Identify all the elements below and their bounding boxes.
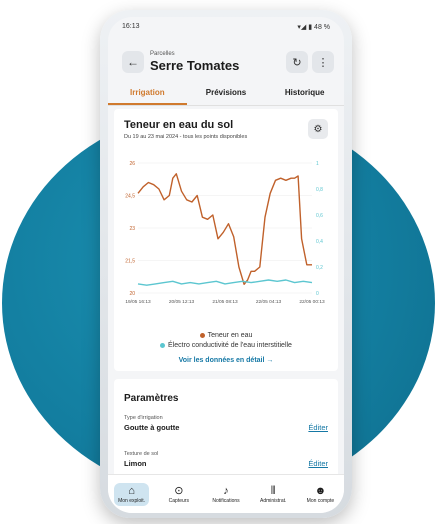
x-tick: 22/05 04:13 [256,299,282,305]
y-left-tick: 24,5 [125,194,135,200]
sensor-icon: ⊙ [174,484,184,497]
param-value: Limon [124,459,147,468]
tab-historique[interactable]: Historique [265,83,344,105]
page-title: Serre Tomates [150,58,240,73]
edit-soil-link[interactable]: Éditer [308,459,328,468]
param-value: Goutte à goutte [124,423,180,432]
parameters-title: Paramètres [124,393,179,404]
nav-item-capteurs[interactable]: ⊙ Capteurs [155,475,202,513]
view-details-link[interactable]: Voir les données en détail → [114,357,338,364]
nav-label: Administrat. [260,497,287,504]
admin-icon: ⦀ [270,484,276,497]
nav-label: Notifications [212,497,240,504]
bell-icon: ♪ [223,484,229,497]
parameters-card: Paramètres Type d'irrigation Goutte à go… [114,379,338,489]
chart-settings-button[interactable]: ⚙ [308,119,328,139]
y-left-tick: 26 [129,161,135,167]
gear-icon: ⚙ [313,123,323,135]
soil-moisture-card: Teneur en eau du sol Du 19 au 23 mai 202… [114,109,338,371]
legend-item-water: Teneur en eau [114,331,338,341]
nav-label: Capteurs [168,497,189,504]
bottom-navigation: ⌂ Mon exploit. ⊙ Capteurs ♪ Notifications ⦀… [108,474,344,513]
more-vertical-icon: ⋮ [317,56,329,69]
tab-irrigation[interactable]: Irrigation [108,83,187,105]
chart-legend: Teneur en eau Électro conductivité de l'… [114,331,338,351]
tab-previsions[interactable]: Prévisions [187,83,266,105]
legend-label-water: Teneur en eau [207,332,253,339]
arrow-left-icon: ← [127,55,139,69]
y-right-tick: 0,6 [316,213,323,219]
tab-bar: Irrigation Prévisions Historique [108,83,344,106]
legend-dot-icon [199,332,205,338]
x-tick: 22/05 00:13 [299,299,325,305]
more-button[interactable]: ⋮ [312,51,334,73]
legend-label-ec: Électro conductivité de l'eau interstiti… [168,342,292,349]
refresh-icon: ↻ [292,56,302,69]
x-tick: 19/05 16:13 [125,299,151,305]
status-bar: 16:13 ▾◢ ▮ 48 % [122,23,330,35]
nav-item-exploitation[interactable]: ⌂ Mon exploit. [108,475,155,513]
y-left-tick: 23 [129,226,135,232]
param-label: Texture de sol [124,451,159,457]
y-right-tick: 0,4 [316,239,323,245]
nav-label: Mon exploit. [118,497,146,504]
param-label: Type d'irrigation [124,415,163,421]
series-line-water [137,173,312,286]
edit-irrigation-link[interactable]: Éditer [308,423,328,432]
y-left-tick: 21,5 [125,259,135,265]
legend-item-ec: Électro conductivité de l'eau interstiti… [114,341,338,351]
farm-icon: ⌂ [128,484,135,497]
status-time: 16:13 [122,23,140,30]
soil-moisture-chart[interactable]: 26 24,5 23 21,5 20 1 0,8 0,6 0,4 0,2 0 19/05 16:13 2… [114,153,338,333]
refresh-button[interactable]: ↻ [286,51,308,73]
nav-item-administration[interactable]: ⦀ Administrat. [250,475,297,513]
card-subtitle: Du 19 au 23 mai 2024 - tous les points d… [124,134,248,140]
nav-label: Mon compte [306,497,335,504]
legend-dot-icon [160,342,166,348]
y-left-tick: 20 [129,291,135,297]
status-indicators: ▾◢ ▮ 48 % [297,24,330,31]
phone-screen: 16:13 ▾◢ ▮ 48 % ← Parcelles Serre Tomate… [108,17,344,513]
back-button[interactable]: ← [122,51,144,73]
y-right-tick: 0,2 [316,265,323,271]
series-line-ec [137,279,313,286]
nav-item-account[interactable]: ☻ Mon compte [297,475,344,513]
x-tick: 21/05 08:13 [212,299,238,305]
account-icon: ☻ [314,484,327,497]
x-tick: 20/05 12:13 [169,299,195,305]
y-right-tick: 0 [316,291,319,297]
y-right-tick: 1 [316,161,319,167]
nav-item-notifications[interactable]: ♪ Notifications [202,475,249,513]
breadcrumb: Parcelles [150,51,175,57]
card-title: Teneur en eau du sol [124,119,234,131]
y-right-tick: 0,8 [316,187,323,193]
